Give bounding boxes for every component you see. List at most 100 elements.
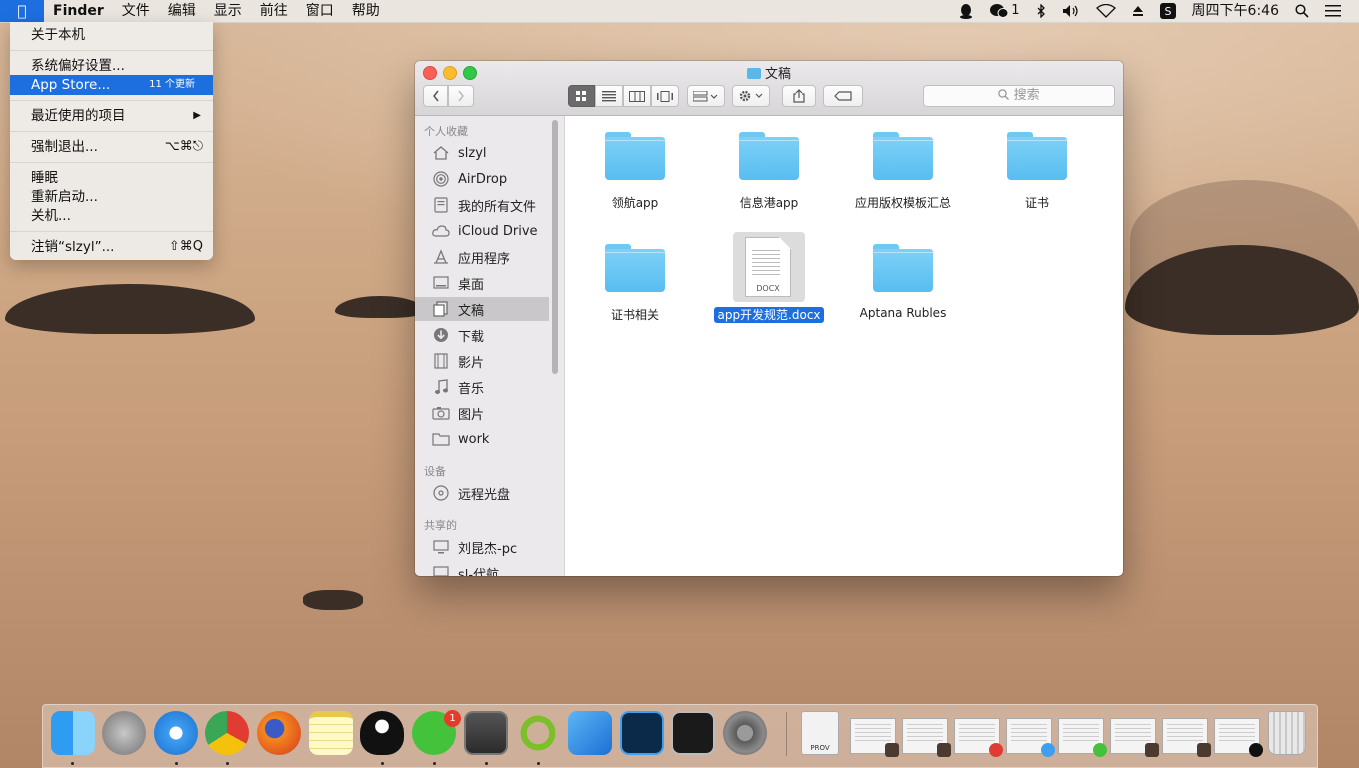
tags-button[interactable] xyxy=(823,85,863,107)
sidebar-item-documents[interactable]: 文稿 xyxy=(415,297,549,321)
view-coverflow-button[interactable] xyxy=(651,85,679,107)
qq-status-icon[interactable] xyxy=(951,3,981,19)
running-indicator xyxy=(537,762,540,765)
sidebar-item-desktop[interactable]: 桌面 xyxy=(415,271,549,295)
folder-icon[interactable] xyxy=(873,132,933,180)
menu-edit[interactable]: 编辑 xyxy=(159,0,205,22)
input-method-icon[interactable]: S xyxy=(1152,3,1184,19)
terminal-icon[interactable] xyxy=(671,711,715,755)
sidebar-item-pictures[interactable]: 图片 xyxy=(415,401,549,425)
wifi-icon[interactable] xyxy=(1088,4,1124,18)
menu-item-recent[interactable]: 最近使用的项目 ▶ xyxy=(10,106,213,126)
minimized-window-thumb[interactable] xyxy=(1110,718,1159,757)
arrange-icon xyxy=(693,90,718,101)
menu-item-logout[interactable]: 注销“slzyl”... ⇧⌘Q xyxy=(10,237,213,257)
apple-menu-icon[interactable]:  xyxy=(0,0,44,22)
arrange-button[interactable] xyxy=(687,85,725,107)
qq-icon[interactable] xyxy=(360,711,404,755)
prov-file-icon[interactable]: PROV xyxy=(801,711,839,755)
menu-item-system-prefs[interactable]: 系统偏好设置... xyxy=(10,56,213,76)
file-label[interactable]: 信息港app xyxy=(699,194,839,211)
link-app-icon[interactable] xyxy=(516,711,560,755)
menu-item-app-store[interactable]: App Store... 11 个更新 xyxy=(10,75,213,95)
spotlight-search-icon[interactable] xyxy=(1287,4,1317,18)
notes-icon[interactable] xyxy=(309,711,353,755)
sidebar-item-music[interactable]: 音乐 xyxy=(415,375,549,399)
photoshop-icon[interactable] xyxy=(620,711,664,755)
menu-go[interactable]: 前往 xyxy=(251,0,297,22)
menu-view[interactable]: 显示 xyxy=(205,0,251,22)
file-label[interactable]: 领航app xyxy=(565,194,705,211)
minimized-window-thumb[interactable] xyxy=(1214,718,1263,757)
volume-icon[interactable] xyxy=(1054,4,1088,18)
sidebar-item-remote-disc[interactable]: 远程光盘 xyxy=(415,481,549,505)
folder-icon[interactable] xyxy=(873,244,933,292)
clock[interactable]: 周四下午6:46 xyxy=(1184,0,1287,22)
search-field[interactable]: 搜索 xyxy=(923,85,1115,107)
folder-icon[interactable] xyxy=(739,132,799,180)
eject-icon[interactable] xyxy=(1124,5,1152,17)
menu-help[interactable]: 帮助 xyxy=(343,0,389,22)
file-label[interactable]: 应用版权模板汇总 xyxy=(833,194,973,211)
minimized-window-thumb[interactable] xyxy=(850,718,899,757)
folder-icon[interactable] xyxy=(605,244,665,292)
file-label-selected[interactable]: app开发规范.docx xyxy=(699,306,839,323)
menu-file[interactable]: 文件 xyxy=(113,0,159,22)
launchpad-icon[interactable] xyxy=(102,711,146,755)
system-preferences-icon[interactable] xyxy=(723,711,767,755)
sidebar-item-movies[interactable]: 影片 xyxy=(415,349,549,373)
bird-silhouette xyxy=(303,590,363,610)
xcode-icon[interactable] xyxy=(568,711,612,755)
wechat-status-icon[interactable]: 1 xyxy=(981,0,1027,22)
sidebar-item-icloud[interactable]: iCloud Drive xyxy=(415,219,549,243)
file-label[interactable]: Aptana Rubles xyxy=(833,306,973,320)
file-label[interactable]: 证书 xyxy=(967,194,1107,211)
menu-item-about[interactable]: 关于本机 xyxy=(10,25,213,45)
sidebar-item-downloads[interactable]: 下载 xyxy=(415,323,549,347)
sidebar-item-applications[interactable]: 应用程序 xyxy=(415,245,549,269)
action-menu-button[interactable] xyxy=(732,85,770,107)
sidebar-item-airdrop[interactable]: AirDrop xyxy=(415,167,549,191)
menu-item-force-quit[interactable]: 强制退出... ⌥⌘⎋ xyxy=(10,137,213,157)
trash-icon[interactable] xyxy=(1268,711,1306,755)
view-list-button[interactable] xyxy=(595,85,623,107)
minimized-window-thumb[interactable] xyxy=(1058,718,1107,757)
applications-icon xyxy=(432,249,450,265)
folder-icon[interactable] xyxy=(605,132,665,180)
forward-button[interactable] xyxy=(448,85,474,107)
chrome-icon[interactable] xyxy=(205,711,249,755)
minimized-window-thumb[interactable] xyxy=(1162,718,1211,757)
back-button[interactable] xyxy=(423,85,448,107)
notification-center-icon[interactable] xyxy=(1317,5,1349,17)
finder-icon[interactable] xyxy=(51,711,95,755)
file-label[interactable]: 证书相关 xyxy=(565,306,705,323)
menu-item-restart[interactable]: 重新启动... xyxy=(10,187,213,207)
sidebar-item-label: 下载 xyxy=(458,329,485,345)
docx-file-icon[interactable]: DOCX xyxy=(745,237,791,297)
sidebar-item-all-files[interactable]: 我的所有文件 xyxy=(415,193,549,217)
minimized-window-thumb[interactable] xyxy=(1006,718,1055,757)
dock-separator xyxy=(786,712,787,756)
window-title: 文稿 xyxy=(415,63,1123,82)
sidebar-item-home[interactable]: slzyl xyxy=(415,141,549,165)
minimized-window-thumb[interactable] xyxy=(902,718,951,757)
minimized-window-thumb[interactable] xyxy=(954,718,1003,757)
sidebar-item-work[interactable]: work xyxy=(415,427,549,451)
bluetooth-icon[interactable] xyxy=(1028,4,1054,18)
safari-icon[interactable] xyxy=(154,711,198,755)
firefox-icon[interactable] xyxy=(257,711,301,755)
logout-shortcut: ⇧⌘Q xyxy=(168,239,203,254)
sidebar-item-shared-pc-2[interactable]: sl-代航 xyxy=(415,561,549,576)
menu-item-sleep[interactable]: 睡眠 xyxy=(10,168,213,188)
sidebar-scrollbar[interactable] xyxy=(552,120,558,374)
menu-window[interactable]: 窗口 xyxy=(297,0,343,22)
folder-icon[interactable] xyxy=(1007,132,1067,180)
menu-app-name[interactable]: Finder xyxy=(44,0,113,22)
view-columns-button[interactable] xyxy=(623,85,651,107)
all-files-icon xyxy=(432,197,450,213)
share-button[interactable] xyxy=(782,85,816,107)
sidebar-item-shared-pc-1[interactable]: 刘昆杰-pc xyxy=(415,535,549,559)
sublime-text-icon[interactable] xyxy=(464,711,508,755)
view-icons-button[interactable] xyxy=(568,85,595,107)
menu-item-shutdown[interactable]: 关机... xyxy=(10,206,213,226)
